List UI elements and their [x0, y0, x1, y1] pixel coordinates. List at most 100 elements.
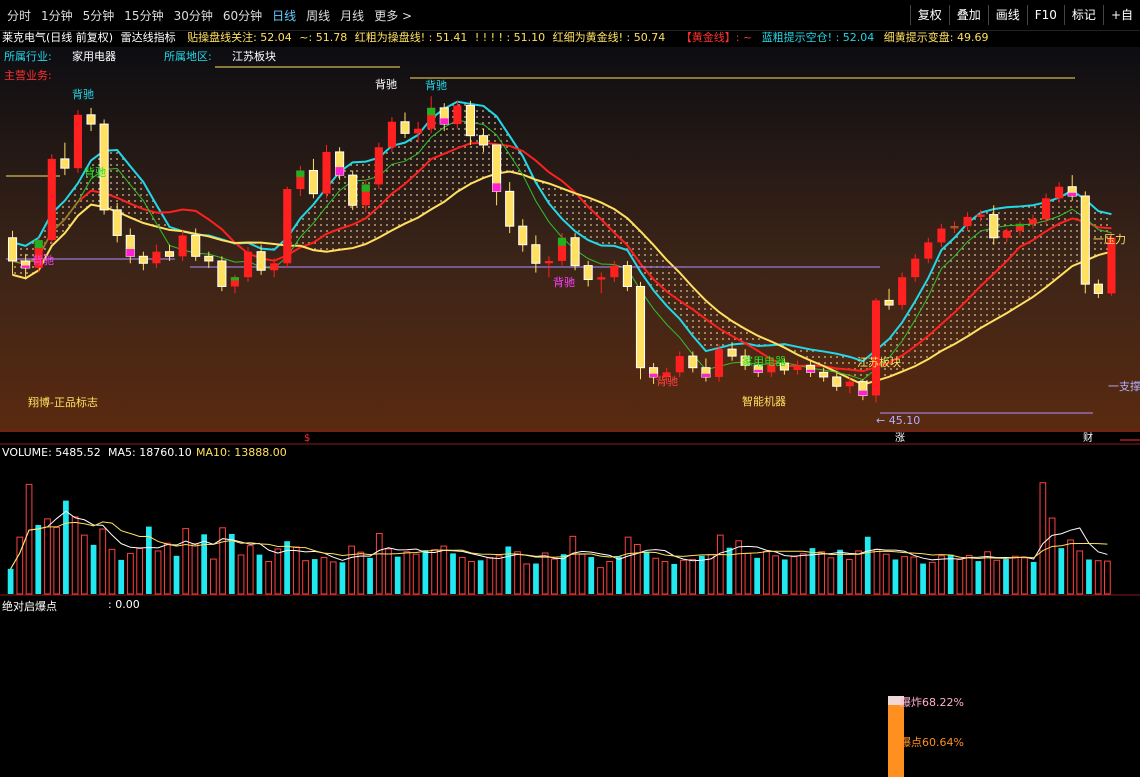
annot-home-appliance: 家用电器 [742, 354, 786, 368]
volume-bar-103 [956, 558, 964, 595]
candle-body-55 [727, 348, 737, 357]
region-value: 江苏板块 [232, 50, 276, 63]
candle-body-6 [86, 114, 96, 125]
volume-bar-79 [735, 540, 743, 595]
volume-bar-13 [127, 552, 134, 595]
volume-bar-9 [90, 544, 97, 594]
candle-flag-g-77 [1015, 223, 1024, 227]
candle-body-23 [308, 169, 318, 195]
volume-bar-76 [707, 554, 715, 595]
candle-body-8 [112, 209, 122, 236]
volume-bar-116 [1076, 550, 1084, 595]
volume-bar-47 [440, 545, 448, 595]
candle-flag-g-42 [557, 237, 567, 246]
volume-bar-3 [35, 524, 42, 594]
volume-bar-53 [495, 555, 503, 595]
candle-flag-9 [126, 249, 135, 257]
volume-bar-22 [210, 558, 217, 595]
volume-bar-93 [864, 536, 871, 594]
volume-bar-92 [855, 550, 862, 595]
candle-body-47 [622, 265, 632, 287]
volume-bar-5 [53, 526, 61, 595]
candle-body-31 [414, 128, 423, 134]
beichi-3: 背驰 [32, 253, 54, 267]
candle-body-84 [1107, 237, 1116, 294]
volume-bar-68 [633, 543, 641, 595]
candle-body-18 [243, 251, 253, 278]
annot-jiangsu: 江苏板块 [857, 355, 901, 369]
volume-bar-105 [975, 561, 982, 594]
volume-bar-50 [468, 561, 475, 595]
candle-28 [374, 142, 383, 190]
candle-body-30 [400, 121, 410, 134]
volume-bar-1 [16, 536, 24, 595]
candle-body-60 [793, 365, 802, 370]
region-label: 所属地区: [164, 50, 212, 63]
candle-flag-65 [858, 390, 867, 396]
volume-bar-88 [818, 551, 826, 595]
candle-body-76 [1002, 230, 1011, 238]
volume-bar-42 [394, 556, 401, 594]
volume-bar-2 [25, 483, 33, 595]
candle-body-44 [583, 265, 593, 281]
volume-bar-86 [799, 553, 807, 595]
volume-bar-51 [477, 560, 484, 594]
volume-bar-0 [7, 568, 14, 594]
volume-bar-11 [108, 548, 116, 595]
volume-bar-77 [716, 534, 724, 595]
candle-body-39 [518, 225, 528, 246]
beichi-4: 背驰 [375, 77, 397, 91]
candle-43 [570, 233, 580, 271]
annot-resistance: 一压力 [1093, 233, 1126, 246]
volume-bar-112 [1039, 482, 1047, 595]
volume-bar-12 [118, 559, 125, 594]
candle-42 [557, 233, 567, 266]
candle-48 [635, 281, 646, 380]
volume-bar-70 [652, 557, 660, 595]
beichi-5: 背驰 [425, 78, 447, 92]
candle-body-5 [73, 114, 83, 169]
candle-body-70 [924, 242, 933, 259]
volume-bar-75 [699, 555, 705, 594]
volume-bar-32 [302, 560, 309, 595]
volume-bar-81 [754, 557, 761, 594]
volume-bar-84 [781, 559, 788, 594]
candle-54 [714, 344, 724, 382]
volume-bar-14 [136, 548, 143, 595]
candle-body-21 [283, 189, 292, 264]
volume-bar-98 [910, 556, 918, 595]
volume-bar-69 [643, 551, 650, 594]
volume-bar-85 [790, 556, 798, 595]
candle-3 [47, 154, 56, 245]
candle-flag-61 [806, 369, 815, 373]
volume-bar-82 [763, 550, 770, 595]
volume-bar-18 [173, 555, 180, 594]
industry-value: 家用电器 [72, 50, 116, 63]
volume-bar-16 [154, 550, 162, 595]
candle-body-82 [1080, 195, 1090, 285]
volume-bar-58 [541, 552, 549, 595]
marker-2: 财 [1083, 431, 1093, 444]
volume-bar-115 [1067, 539, 1074, 595]
volume-bar-29 [274, 548, 282, 595]
volume-bar-95 [882, 553, 890, 595]
candle-body-43 [570, 237, 580, 267]
candle-body-46 [610, 265, 619, 278]
volume-bar-44 [412, 553, 420, 595]
volume-bar-113 [1048, 517, 1056, 595]
candle-18 [243, 247, 253, 282]
volume-bar-30 [284, 541, 290, 594]
volume-bar-57 [533, 563, 539, 594]
candle-body-15 [204, 255, 214, 262]
volume-bar-40 [375, 532, 383, 595]
candle-flag-33 [440, 118, 449, 125]
volume-bar-20 [191, 543, 199, 595]
candle-body-73 [963, 216, 972, 227]
volume-bar-31 [292, 546, 300, 595]
volume-bar-90 [837, 549, 843, 594]
bottom-panel-value: : 0.00 [108, 598, 140, 611]
volume-bar-91 [845, 558, 853, 595]
volume-bar-102 [947, 554, 954, 594]
candle-body-38 [505, 190, 515, 227]
candle-body-45 [597, 277, 606, 280]
